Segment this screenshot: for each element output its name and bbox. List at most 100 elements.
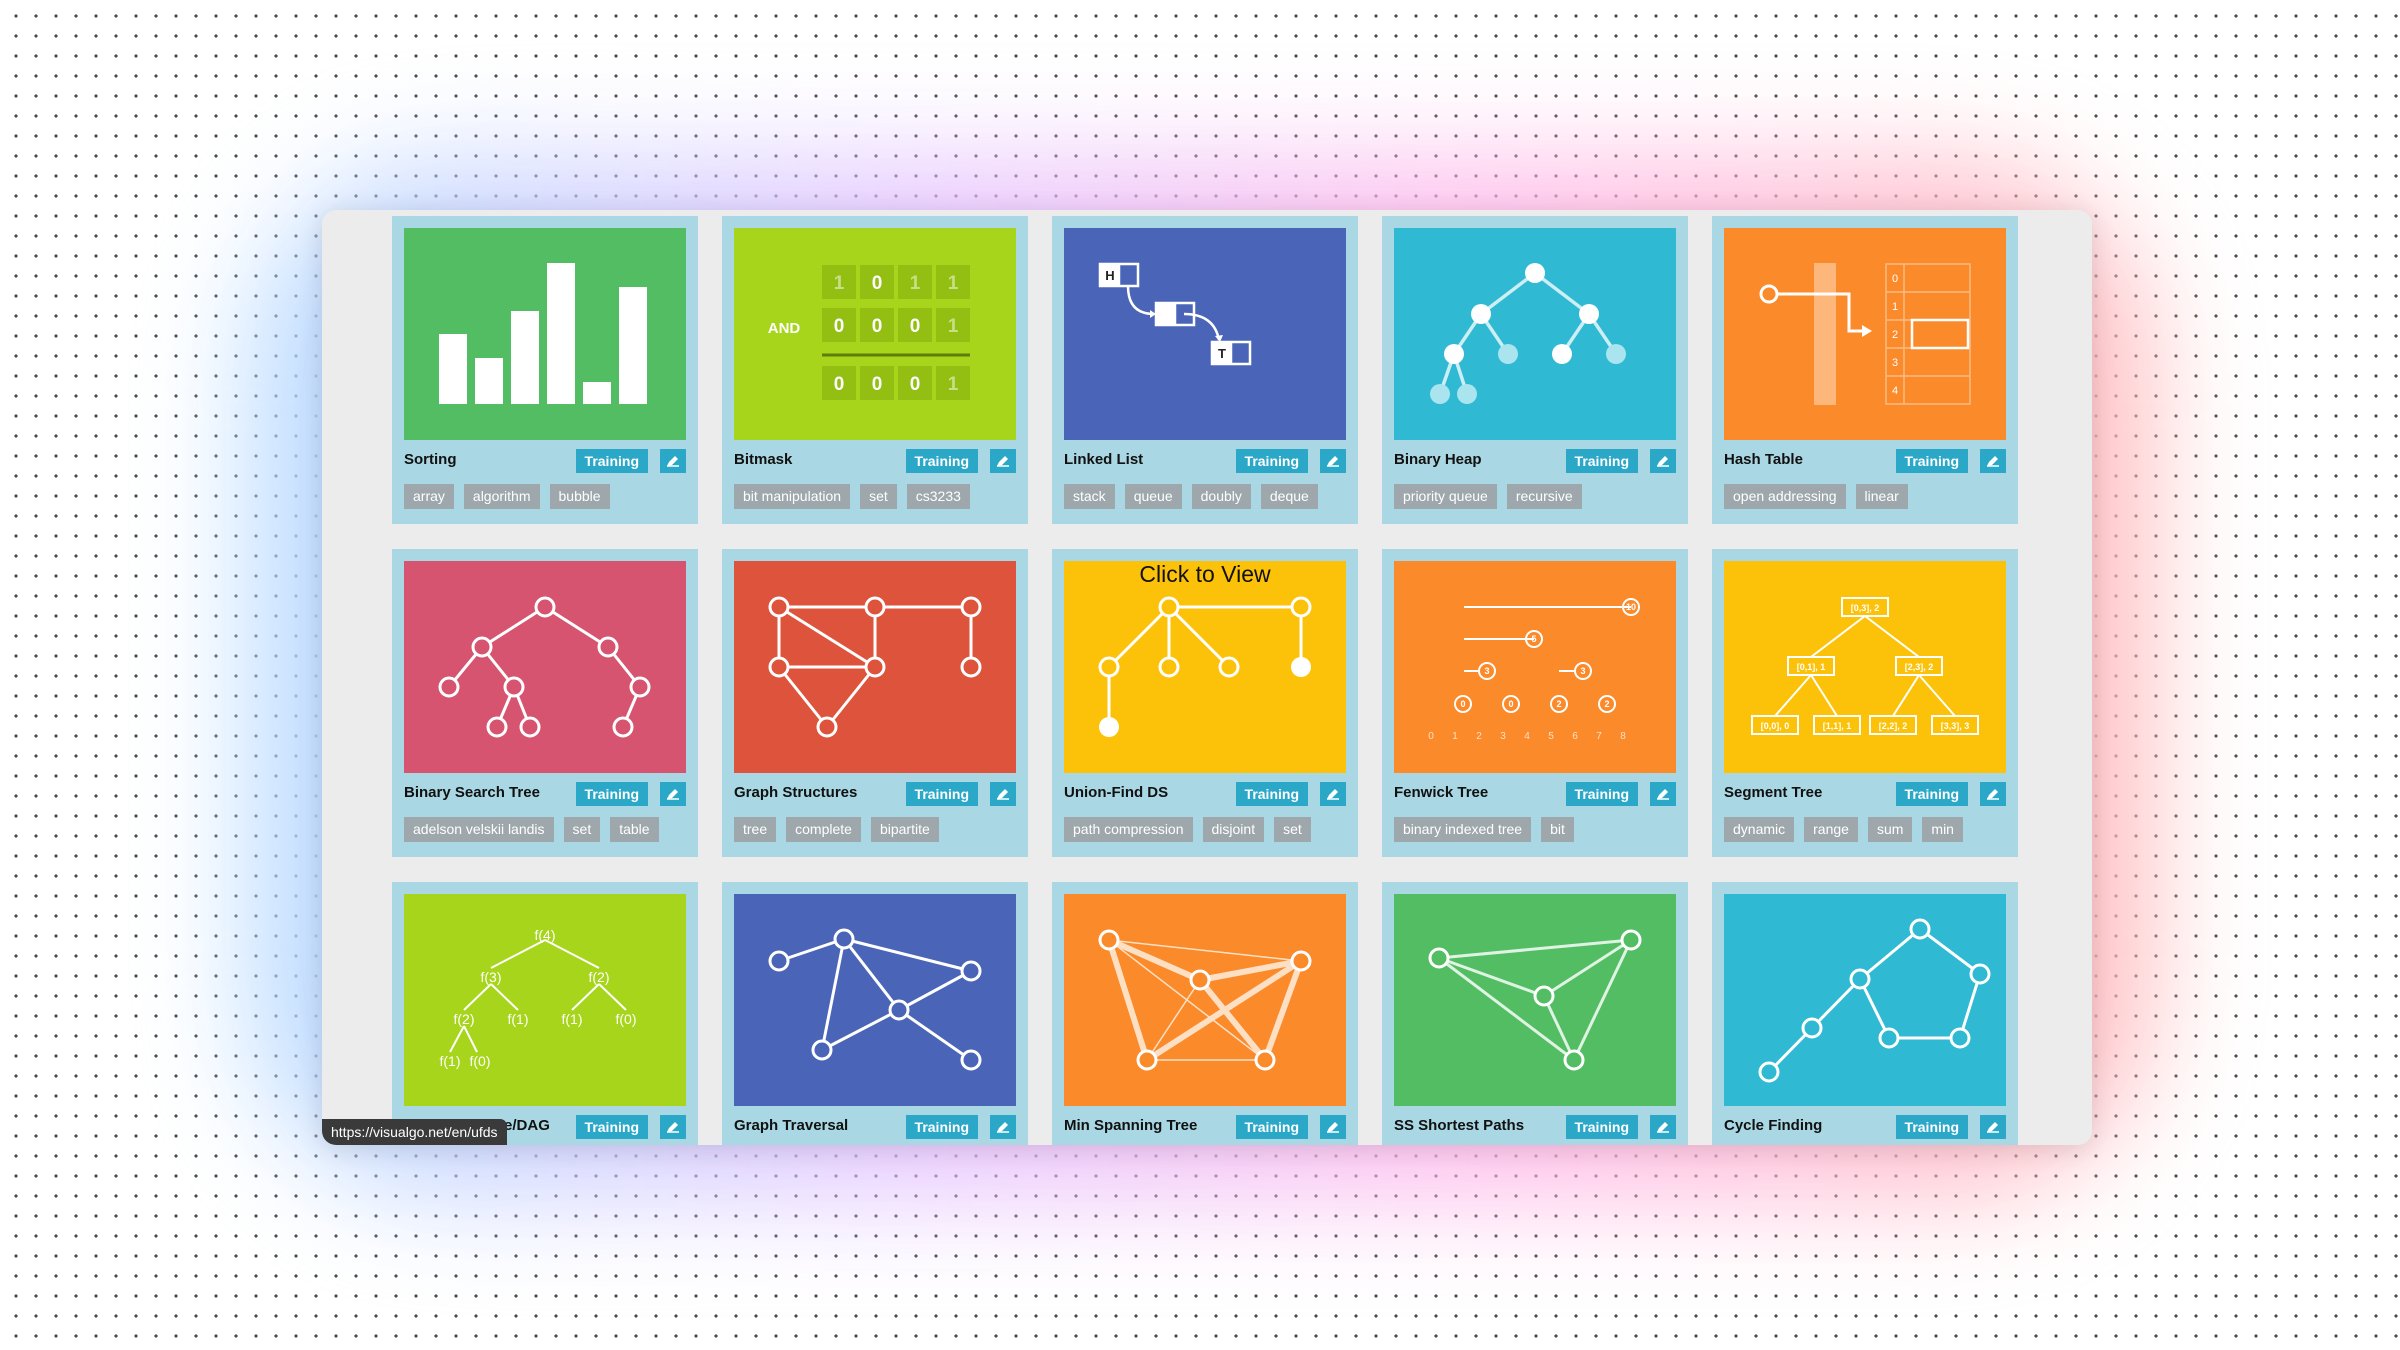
tag[interactable]: queue: [1124, 484, 1182, 509]
pencil-icon[interactable]: [1650, 1115, 1676, 1139]
tag[interactable]: recursive: [1506, 484, 1582, 509]
training-button[interactable]: Training: [1565, 449, 1638, 473]
tag[interactable]: array: [404, 484, 454, 509]
training-button[interactable]: Training: [575, 1115, 648, 1139]
card-graph-structures[interactable]: Graph Structures Training tree complete …: [722, 549, 1028, 857]
training-button[interactable]: Training: [1235, 1115, 1308, 1139]
pencil-icon[interactable]: [1650, 449, 1676, 473]
pencil-icon[interactable]: [1320, 1115, 1346, 1139]
pencil-icon[interactable]: [990, 449, 1016, 473]
cycle-finding-thumbnail[interactable]: [1724, 894, 2006, 1106]
tag[interactable]: dynamic: [1724, 817, 1795, 842]
pencil-icon[interactable]: [990, 782, 1016, 806]
card-recursion-tree[interactable]: f(4) f(3) f(2) f(2) f(1) f(1) f(0) f(1) …: [392, 882, 698, 1145]
card-title[interactable]: Hash Table: [1724, 451, 1803, 468]
tag[interactable]: sum: [1867, 817, 1913, 842]
card-title[interactable]: SS Shortest Paths: [1394, 1117, 1524, 1134]
training-button[interactable]: Training: [575, 782, 648, 806]
pencil-icon[interactable]: [990, 1115, 1016, 1139]
training-button[interactable]: Training: [1565, 1115, 1638, 1139]
tag[interactable]: bit manipulation: [734, 484, 851, 509]
training-button[interactable]: Training: [905, 782, 978, 806]
card-segment-tree[interactable]: [0,3], 2 [0,1], 1 [2,3], 2 [0,0], 0 [1,1…: [1712, 549, 2018, 857]
graph-traversal-thumbnail[interactable]: [734, 894, 1016, 1106]
tag[interactable]: tree: [734, 817, 777, 842]
tag[interactable]: algorithm: [463, 484, 540, 509]
card-binary-search-tree[interactable]: Binary Search Tree Training adelson vels…: [392, 549, 698, 857]
tag[interactable]: stack: [1064, 484, 1115, 509]
pencil-icon[interactable]: [1980, 782, 2006, 806]
card-title[interactable]: Fenwick Tree: [1394, 784, 1488, 801]
tag[interactable]: adelson velskii landis: [404, 817, 554, 842]
tag[interactable]: doubly: [1191, 484, 1251, 509]
card-title[interactable]: Binary Heap: [1394, 451, 1482, 468]
tag[interactable]: table: [610, 817, 659, 842]
card-title[interactable]: Binary Search Tree: [404, 784, 540, 801]
training-button[interactable]: Training: [1235, 449, 1308, 473]
mst-thumbnail[interactable]: [1064, 894, 1346, 1106]
bitmask-thumbnail[interactable]: AND 1 0 1 1 0 0 0 1 0 0 0 1: [734, 228, 1016, 440]
card-title[interactable]: Graph Traversal: [734, 1117, 848, 1134]
pencil-icon[interactable]: [1980, 449, 2006, 473]
pencil-icon[interactable]: [1980, 1115, 2006, 1139]
tag[interactable]: disjoint: [1202, 817, 1265, 842]
pencil-icon[interactable]: [1320, 782, 1346, 806]
binary-heap-thumbnail[interactable]: [1394, 228, 1676, 440]
card-min-spanning-tree[interactable]: Min Spanning Tree Training: [1052, 882, 1358, 1145]
tag[interactable]: bipartite: [870, 817, 939, 842]
tag[interactable]: bubble: [549, 484, 610, 509]
training-button[interactable]: Training: [1895, 782, 1968, 806]
pencil-icon[interactable]: [1650, 782, 1676, 806]
training-button[interactable]: Training: [1565, 782, 1638, 806]
linked-list-thumbnail[interactable]: H T: [1064, 228, 1346, 440]
tag[interactable]: bit: [1541, 817, 1574, 842]
card-cycle-finding[interactable]: Cycle Finding Training: [1712, 882, 2018, 1145]
card-title[interactable]: Sorting: [404, 451, 457, 468]
card-title[interactable]: Bitmask: [734, 451, 792, 468]
card-title[interactable]: Linked List: [1064, 451, 1143, 468]
tag[interactable]: linear: [1855, 484, 1908, 509]
union-find-thumbnail[interactable]: Click to View: [1064, 561, 1346, 773]
graph-structures-thumbnail[interactable]: [734, 561, 1016, 773]
card-title[interactable]: Segment Tree: [1724, 784, 1822, 801]
card-title[interactable]: Min Spanning Tree: [1064, 1117, 1197, 1134]
pencil-icon[interactable]: [1320, 449, 1346, 473]
pencil-icon[interactable]: [660, 449, 686, 473]
tag[interactable]: complete: [786, 817, 861, 842]
card-title[interactable]: Cycle Finding: [1724, 1117, 1822, 1134]
card-binary-heap[interactable]: Binary Heap Training priority queue recu…: [1382, 216, 1688, 524]
tag[interactable]: min: [1922, 817, 1963, 842]
tag[interactable]: range: [1804, 817, 1858, 842]
recursion-thumbnail[interactable]: f(4) f(3) f(2) f(2) f(1) f(1) f(0) f(1) …: [404, 894, 686, 1106]
fenwick-thumbnail[interactable]: 10 5 3 3 0 0 2 2 0 1 2 3 4 5 6 7 8: [1394, 561, 1676, 773]
tag[interactable]: set: [860, 484, 897, 509]
segment-tree-thumbnail[interactable]: [0,3], 2 [0,1], 1 [2,3], 2 [0,0], 0 [1,1…: [1724, 561, 2006, 773]
bst-thumbnail[interactable]: [404, 561, 686, 773]
pencil-icon[interactable]: [660, 1115, 686, 1139]
sorting-thumbnail[interactable]: [404, 228, 686, 440]
tag[interactable]: binary indexed tree: [1394, 817, 1532, 842]
card-fenwick-tree[interactable]: 10 5 3 3 0 0 2 2 0 1 2 3 4 5 6 7 8 Fenwi…: [1382, 549, 1688, 857]
tag[interactable]: priority queue: [1394, 484, 1497, 509]
training-button[interactable]: Training: [1235, 782, 1308, 806]
card-linked-list[interactable]: H T Linked List Training stack queue dou…: [1052, 216, 1358, 524]
click-to-view-label[interactable]: Click to View: [1064, 561, 1346, 588]
card-sorting[interactable]: Sorting Training array algorithm bubble: [392, 216, 698, 524]
card-graph-traversal[interactable]: Graph Traversal Training: [722, 882, 1028, 1145]
tag[interactable]: open addressing: [1724, 484, 1846, 509]
card-hash-table[interactable]: 0 1 2 3 4 Hash Table Training open addre…: [1712, 216, 2018, 524]
training-button[interactable]: Training: [575, 449, 648, 473]
training-button[interactable]: Training: [905, 449, 978, 473]
card-bitmask[interactable]: AND 1 0 1 1 0 0 0 1 0 0 0 1 Bitmask Trai…: [722, 216, 1028, 524]
tag[interactable]: path compression: [1064, 817, 1193, 842]
tag[interactable]: deque: [1260, 484, 1318, 509]
training-button[interactable]: Training: [1895, 1115, 1968, 1139]
sssp-thumbnail[interactable]: [1394, 894, 1676, 1106]
tag[interactable]: cs3233: [906, 484, 970, 509]
pencil-icon[interactable]: [660, 782, 686, 806]
training-button[interactable]: Training: [1895, 449, 1968, 473]
tag[interactable]: set: [1274, 817, 1311, 842]
card-union-find[interactable]: Click to View Union-Find DS Training pat…: [1052, 549, 1358, 857]
hash-table-thumbnail[interactable]: 0 1 2 3 4: [1724, 228, 2006, 440]
card-title[interactable]: Union-Find DS: [1064, 784, 1168, 801]
